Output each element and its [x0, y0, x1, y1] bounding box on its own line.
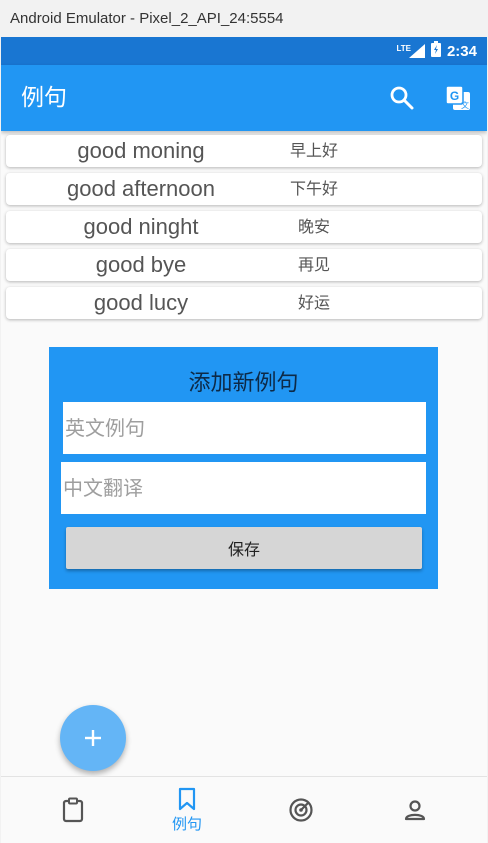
sentence-chinese: 晚安 — [297, 217, 330, 236]
chinese-translation-input[interactable] — [61, 462, 426, 514]
status-bar: LTE 2:34 — [1, 37, 487, 65]
add-sentence-card: 添加新例句 保存 — [49, 347, 438, 589]
sentence-list: good moning 早上好 good afternoon 下午好 good … — [6, 135, 482, 325]
sentence-chinese: 下午好 — [289, 179, 338, 198]
person-icon — [404, 799, 426, 820]
sentence-english: good ninght — [83, 214, 199, 239]
svg-text:文: 文 — [461, 100, 469, 110]
lte-signal-icon: LTE — [396, 44, 425, 58]
nav-item-clipboard[interactable] — [13, 777, 133, 843]
status-indicators: LTE 2:34 — [396, 37, 477, 65]
plus-icon — [85, 730, 101, 746]
status-time: 2:34 — [446, 42, 477, 60]
bookmark-icon — [178, 787, 196, 811]
app-bar: 例句 G 文 — [1, 65, 487, 131]
bottom-navigation: 例句 — [1, 776, 487, 843]
sentence-row[interactable]: good lucy 好运 — [6, 287, 482, 319]
nav-item-profile[interactable] — [355, 777, 475, 843]
sentence-chinese: 好运 — [297, 293, 330, 312]
sentence-chinese: 再见 — [297, 255, 330, 274]
svg-text:G: G — [450, 89, 459, 103]
translate-icon[interactable]: G 文 — [444, 84, 472, 112]
page-title: 例句 — [21, 85, 67, 111]
sentence-english: good afternoon — [66, 176, 216, 201]
add-fab-button[interactable] — [60, 705, 126, 771]
search-icon[interactable] — [388, 84, 416, 112]
emulator-window-title: Android Emulator - Pixel_2_API_24:5554 — [0, 0, 488, 37]
sentence-row[interactable]: good ninght 晚安 — [6, 211, 482, 243]
add-sentence-title: 添加新例句 — [188, 371, 299, 396]
sentence-row[interactable]: good afternoon 下午好 — [6, 173, 482, 205]
radar-icon — [289, 797, 313, 822]
nav-label-sentences: 例句 — [171, 815, 202, 833]
nav-item-radar[interactable] — [241, 777, 361, 843]
save-button[interactable]: 保存 — [66, 527, 422, 569]
clipboard-icon — [62, 797, 84, 822]
sentence-english: good moning — [77, 138, 205, 163]
nav-item-sentences[interactable]: 例句 — [127, 777, 247, 843]
sentence-chinese: 早上好 — [289, 141, 338, 160]
battery-icon — [430, 41, 441, 61]
sentence-row[interactable]: good moning 早上好 — [6, 135, 482, 167]
sentence-row[interactable]: good bye 再见 — [6, 249, 482, 281]
sentence-english: good bye — [95, 252, 187, 277]
sentence-english: good lucy — [93, 290, 189, 315]
english-sentence-input[interactable] — [61, 402, 426, 454]
device-screen: LTE 2:34 例句 G 文 good moning 早上好 good aft… — [1, 37, 487, 843]
